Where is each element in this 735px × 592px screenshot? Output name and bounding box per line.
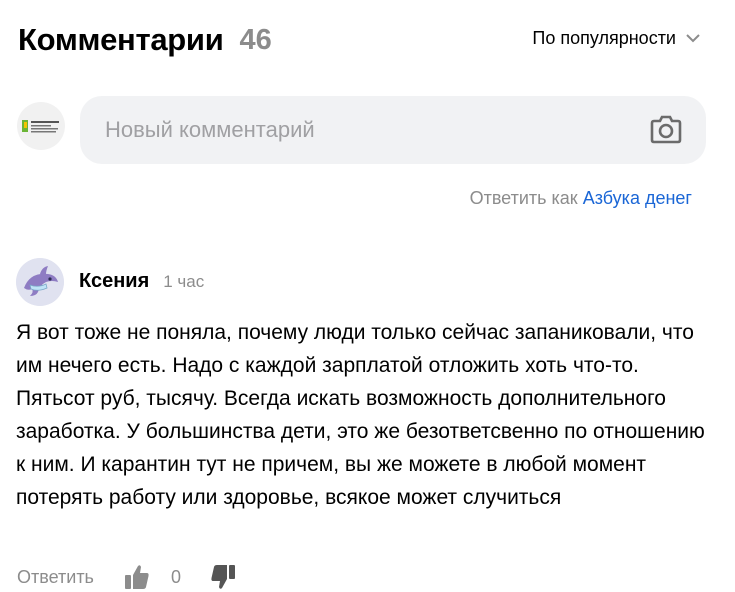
comment-text: Я вот тоже не поняла, почему люди только… <box>16 321 705 509</box>
comment-actions: Ответить 0 <box>17 562 236 592</box>
comments-title: Комментарии <box>18 22 224 57</box>
comment-header: Ксения 1 час <box>79 270 204 293</box>
chevron-down-icon <box>686 32 700 46</box>
reply-as-name-link[interactable]: Азбука денег <box>583 188 692 208</box>
new-comment-input[interactable] <box>80 96 620 164</box>
reply-button[interactable]: Ответить <box>17 567 94 588</box>
vote-count: 0 <box>170 566 181 587</box>
camera-icon[interactable] <box>650 114 682 144</box>
comment-composer <box>17 96 707 164</box>
reply-as-prefix: Ответить как <box>469 188 578 208</box>
comment-author[interactable]: Ксения <box>79 270 149 293</box>
reply-as-line: Ответить как Азбука денег <box>470 188 692 209</box>
current-user-avatar <box>17 102 65 150</box>
thumbs-up-icon[interactable] <box>124 563 150 591</box>
brand-logo-icon <box>22 120 59 133</box>
thumbs-down-icon[interactable] <box>210 563 236 591</box>
comment-time: 1 час <box>163 272 205 291</box>
new-comment-field[interactable] <box>80 96 706 164</box>
avatar[interactable] <box>16 258 64 306</box>
sort-dropdown[interactable]: По популярности <box>532 28 700 49</box>
dolphin-avatar-icon <box>16 258 64 306</box>
comments-header: Комментарии 46 По популярности <box>18 18 708 62</box>
sort-label: По популярности <box>532 28 676 48</box>
comments-count: 46 <box>239 23 272 56</box>
